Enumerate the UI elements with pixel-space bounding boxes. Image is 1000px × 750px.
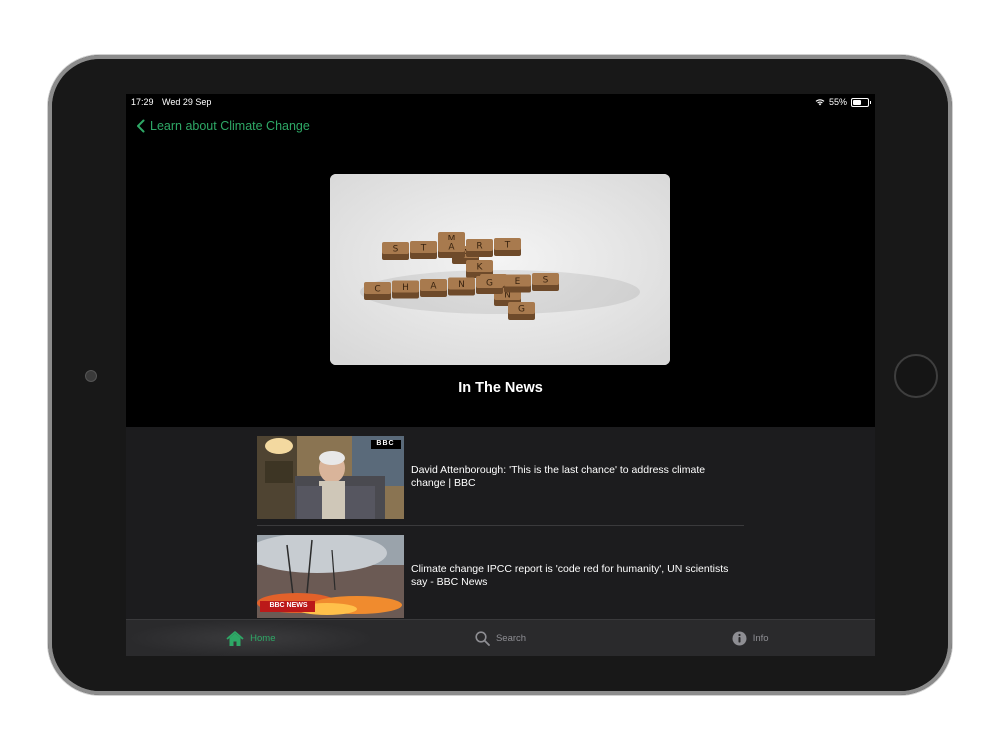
letter-tile: G (476, 276, 503, 294)
bbc-news-badge: BBC NEWS (269, 601, 308, 609)
tab-search[interactable]: Search (376, 620, 626, 656)
svg-text:S: S (393, 245, 399, 255)
letter-tile: R (466, 239, 493, 257)
svg-text:S: S (543, 276, 549, 286)
hero-image: MAKINGSTARTCHANGES (330, 174, 670, 365)
tab-home[interactable]: Home (126, 620, 376, 656)
back-button-label: Learn about Climate Change (150, 119, 310, 133)
svg-text:A: A (448, 243, 455, 253)
letter-tile: C (364, 282, 391, 300)
wifi-icon (815, 98, 825, 106)
divider (257, 525, 744, 526)
svg-text:G: G (518, 305, 525, 315)
letter-tile: A (420, 279, 447, 297)
magnifier-icon (475, 631, 490, 646)
news-thumbnail: BBC (257, 435, 404, 519)
tab-info[interactable]: Info (625, 620, 875, 656)
letter-tile: N (448, 277, 475, 296)
svg-text:E: E (515, 277, 521, 287)
letter-tile: G (508, 302, 535, 320)
svg-text:A: A (430, 282, 437, 292)
letter-tile: T (410, 241, 437, 259)
battery-icon (851, 97, 871, 107)
tab-info-label: Info (752, 633, 769, 644)
tab-bar: Home Search Info (126, 619, 875, 656)
status-date: Wed 29 Sep (162, 97, 212, 107)
letter-tile: S (532, 273, 559, 291)
letter-tile: T (494, 238, 521, 256)
status-time: 17:29 (131, 97, 154, 107)
letter-tile: E (504, 274, 531, 293)
svg-text:H: H (402, 283, 409, 293)
app-screen: 17:29 Wed 29 Sep 55% Learn about Climate… (126, 94, 875, 656)
svg-text:T: T (504, 241, 511, 251)
status-bar: 17:29 Wed 29 Sep 55% (126, 94, 875, 110)
news-title: David Attenborough: 'This is the last ch… (411, 464, 706, 489)
battery-percent: 55% (828, 97, 847, 107)
home-hardware-button[interactable] (894, 354, 938, 398)
news-item-ipcc[interactable]: BBC NEWS Climate change IPCC report is '… (257, 534, 744, 618)
tab-search-label: Search (495, 633, 527, 644)
news-list: BBC David Attenborough: 'This is the las… (126, 427, 875, 619)
svg-text:G: G (486, 279, 493, 289)
letter-tile: S (382, 242, 409, 260)
letter-tile: A (438, 240, 465, 258)
bbc-badge: BBC (376, 439, 395, 447)
news-thumbnail: BBC NEWS (257, 534, 404, 618)
chevron-left-icon (137, 119, 145, 133)
back-button[interactable]: Learn about Climate Change (136, 119, 310, 133)
camera-icon (85, 370, 97, 382)
battery-level (853, 99, 861, 105)
letter-tile: H (392, 280, 419, 299)
house-icon (226, 630, 244, 646)
svg-text:T: T (420, 244, 427, 254)
svg-text:C: C (374, 285, 380, 295)
news-title: Climate change IPCC report is 'code red … (411, 563, 729, 588)
info-icon (732, 631, 747, 646)
scrabble-tiles-image: MAKINGSTARTCHANGES (330, 174, 670, 365)
tab-home-label: Home (250, 633, 276, 644)
svg-text:R: R (476, 242, 482, 252)
section-title: In The News (458, 380, 543, 396)
news-item-attenborough[interactable]: BBC David Attenborough: 'This is the las… (257, 435, 744, 519)
svg-text:N: N (458, 280, 465, 290)
